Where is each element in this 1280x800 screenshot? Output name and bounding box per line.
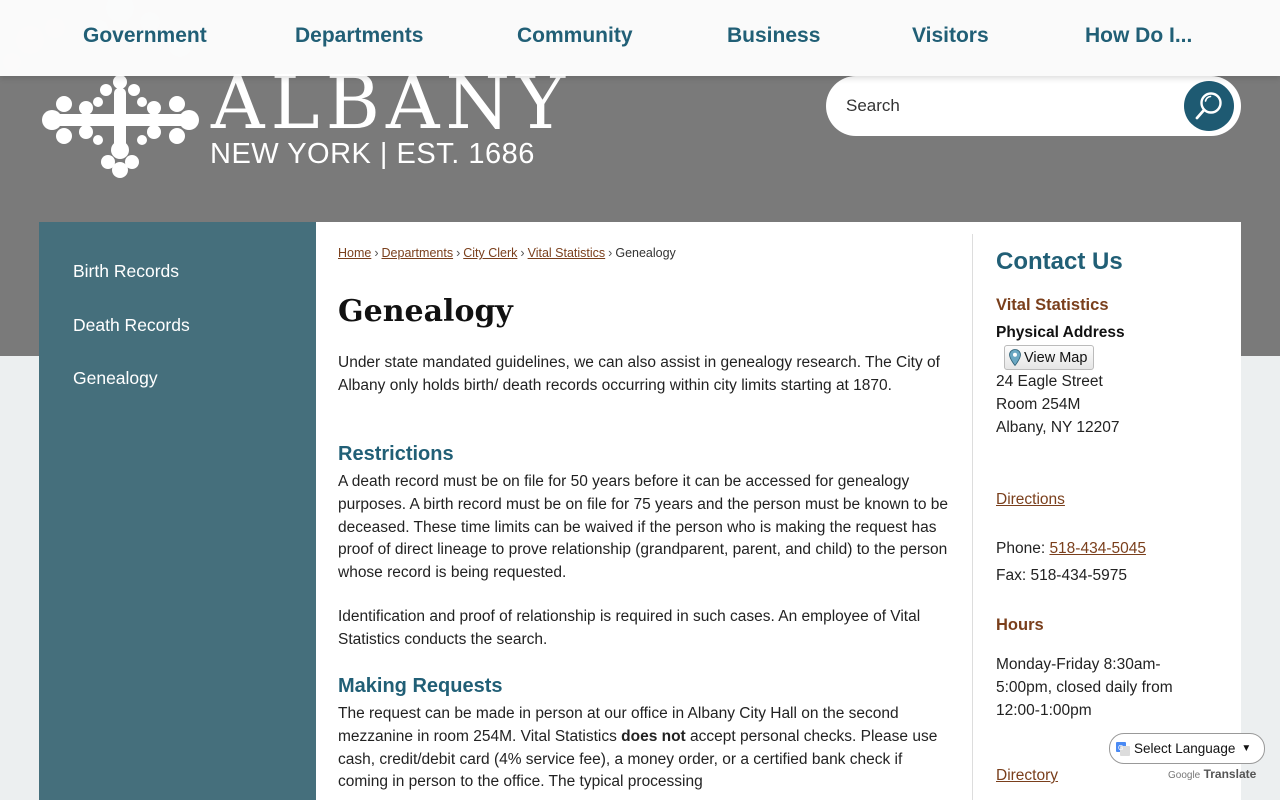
nav-item-visitors[interactable]: Visitors [912, 24, 989, 48]
column-divider [972, 234, 973, 800]
intro-paragraph: Under state mandated guidelines, we can … [338, 354, 940, 394]
sidebar-item-birth-records[interactable]: Birth Records [73, 261, 179, 282]
breadcrumb-departments[interactable]: Departments [382, 246, 454, 260]
making-requests-heading: Making Requests [338, 675, 503, 697]
svg-text:G: G [1118, 745, 1123, 752]
address-line-1: 24 Eagle Street [996, 373, 1103, 390]
requests-text-bold: does not [621, 727, 686, 745]
restrictions-heading: Restrictions [338, 443, 454, 465]
directory-link[interactable]: Directory [996, 767, 1058, 784]
search-input[interactable] [846, 90, 1176, 122]
google-translate-icon: G [1116, 741, 1130, 756]
hours-text: Monday-Friday 8:30am-5:00pm, closed dail… [996, 656, 1173, 719]
directions-link-row: Directions [996, 491, 1065, 509]
map-pin-icon [1009, 349, 1021, 366]
breadcrumb-city-clerk[interactable]: City Clerk [463, 246, 517, 260]
translate-link[interactable]: Translate [1204, 767, 1257, 781]
address-line-3: Albany, NY 12207 [996, 419, 1120, 436]
logo-wordmark: ALBANY [211, 60, 572, 146]
side-navigation: Birth Records Death Records Genealogy [39, 222, 316, 800]
nav-item-business[interactable]: Business [727, 24, 820, 48]
contact-heading: Contact Us [996, 248, 1123, 275]
google-label: Google [1168, 770, 1201, 781]
directions-link[interactable]: Directions [996, 491, 1065, 508]
contact-department: Vital Statistics [996, 296, 1109, 314]
nav-item-departments[interactable]: Departments [295, 24, 423, 48]
phone-row: Phone: 518-434-5045 [996, 540, 1146, 558]
phone-link[interactable]: 518-434-5045 [1049, 540, 1146, 557]
directory-link-row: Directory [996, 767, 1058, 785]
nav-item-how-do-i[interactable]: How Do I... [1085, 24, 1192, 48]
restrictions-paragraph: A death record must be on file for 50 ye… [338, 473, 949, 582]
requests-paragraph: The request can be made in person at our… [338, 703, 953, 794]
search-icon [1195, 92, 1222, 120]
hours-heading: Hours [996, 616, 1044, 634]
identification-paragraph: Identification and proof of relationship… [338, 608, 921, 648]
breadcrumb-current: Genealogy [615, 246, 676, 260]
main-content: Home › Departments › City Clerk › Vital Statis… [316, 222, 1241, 800]
language-select[interactable]: G Select Language ▼ [1109, 733, 1265, 764]
site-search [826, 76, 1241, 136]
city-logo[interactable]: ALBANY NEW YORK | EST. 1686 [38, 66, 565, 182]
page-title: Genealogy [338, 294, 513, 329]
address-line-2: Room 254M [996, 396, 1081, 413]
breadcrumb-vital-statistics[interactable]: Vital Statistics [528, 246, 606, 260]
chevron-down-icon: ▼ [1241, 743, 1252, 754]
phone-label: Phone: [996, 540, 1050, 557]
fax-line: Fax: 518-434-5975 [996, 567, 1127, 584]
breadcrumb-home[interactable]: Home [338, 246, 371, 260]
logo-tagline: NEW YORK | EST. 1686 [210, 138, 535, 170]
nav-item-community[interactable]: Community [517, 24, 633, 48]
nav-item-government[interactable]: Government [83, 24, 207, 48]
language-select-label: Select Language [1134, 741, 1236, 756]
sidebar-item-death-records[interactable]: Death Records [73, 315, 190, 336]
search-button[interactable] [1184, 81, 1234, 131]
view-map-button[interactable]: View Map [1004, 345, 1095, 370]
main-navigation: Government Departments Community Busines… [0, 0, 1280, 76]
view-map-label: View Map [1024, 349, 1088, 366]
physical-address-label: Physical Address [996, 324, 1125, 341]
sidebar-item-genealogy[interactable]: Genealogy [73, 368, 158, 389]
albany-emblem-icon [42, 75, 199, 178]
breadcrumb: Home › Departments › City Clerk › Vital Statis… [338, 246, 676, 260]
powered-by-google: Google Translate [1168, 767, 1256, 781]
